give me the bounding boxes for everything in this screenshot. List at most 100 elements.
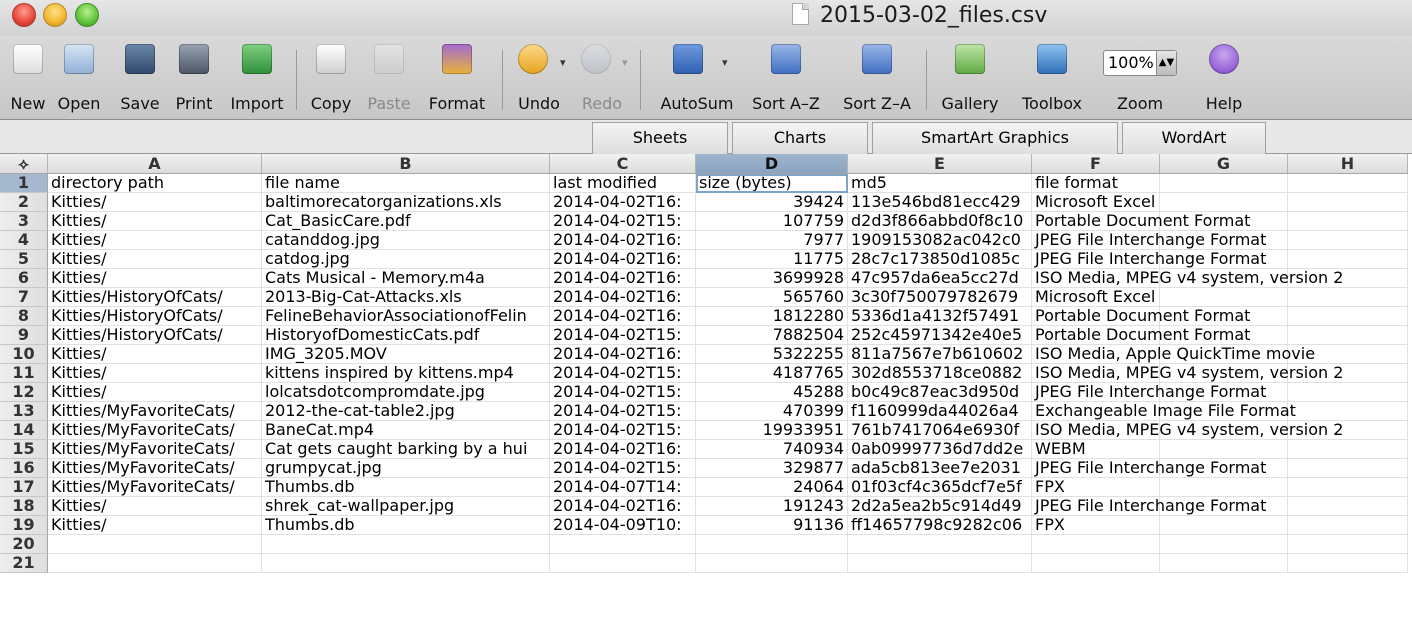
cell-h2[interactable]	[1288, 193, 1408, 212]
cell-e15[interactable]: 0ab09997736d7dd2e	[848, 440, 1032, 459]
cell-d16[interactable]: 329877	[696, 459, 848, 478]
cell-b4[interactable]: catanddog.jpg	[262, 231, 550, 250]
new-button[interactable]: New	[4, 36, 52, 120]
cell-c16[interactable]: 2014-04-02T15:	[550, 459, 696, 478]
print-button[interactable]: Print	[168, 36, 220, 120]
cell-a11[interactable]: Kitties/	[48, 364, 262, 383]
cell-f11[interactable]: ISO Media, MPEG v4 system, version 2	[1032, 364, 1343, 383]
cell-a19[interactable]: Kitties/	[48, 516, 262, 535]
cell-b6[interactable]: Cats Musical - Memory.m4a	[262, 269, 550, 288]
redo-button[interactable]: ▾ Redo	[574, 36, 630, 120]
cell-a5[interactable]: Kitties/	[48, 250, 262, 269]
column-header-a[interactable]: A	[48, 154, 262, 174]
cell-a18[interactable]: Kitties/	[48, 497, 262, 516]
cell-g2[interactable]	[1160, 193, 1288, 212]
cell-e20[interactable]	[848, 535, 1032, 554]
row-header[interactable]: 11	[0, 364, 48, 383]
row-header[interactable]: 12	[0, 383, 48, 402]
cell-c15[interactable]: 2014-04-02T16:	[550, 440, 696, 459]
cell-d7[interactable]: 565760	[696, 288, 848, 307]
cell-b2[interactable]: baltimorecatorganizations.xls	[262, 193, 550, 212]
cell-g19[interactable]	[1160, 516, 1288, 535]
column-header-g[interactable]: G	[1160, 154, 1288, 174]
row-header[interactable]: 15	[0, 440, 48, 459]
cell-f3[interactable]: Portable Document Format	[1032, 212, 1250, 231]
row-header[interactable]: 21	[0, 554, 48, 573]
cell-h12[interactable]	[1288, 383, 1408, 402]
row-header[interactable]: 16	[0, 459, 48, 478]
row-header[interactable]: 6	[0, 269, 48, 288]
cell-f21[interactable]	[1032, 554, 1160, 573]
cell-a14[interactable]: Kitties/MyFavoriteCats/	[48, 421, 262, 440]
row-header[interactable]: 10	[0, 345, 48, 364]
cell-g1[interactable]	[1160, 174, 1288, 193]
import-button[interactable]: Import	[224, 36, 290, 120]
close-window-button[interactable]	[12, 3, 36, 27]
row-header[interactable]: 20	[0, 535, 48, 554]
toolbox-button[interactable]: Toolbox	[1012, 36, 1092, 120]
cell-b21[interactable]	[262, 554, 550, 573]
cell-b11[interactable]: kittens inspired by kittens.mp4	[262, 364, 550, 383]
row-header[interactable]: 1	[0, 174, 48, 193]
cell-e3[interactable]: d2d3f866abbd0f8c10	[848, 212, 1032, 231]
cell-g15[interactable]	[1160, 440, 1288, 459]
cell-a21[interactable]	[48, 554, 262, 573]
row-header[interactable]: 7	[0, 288, 48, 307]
cell-b19[interactable]: Thumbs.db	[262, 516, 550, 535]
cell-f7[interactable]: Microsoft Excel	[1032, 288, 1160, 307]
cell-e14[interactable]: 761b7417064e6930f	[848, 421, 1032, 440]
cell-h9[interactable]	[1288, 326, 1408, 345]
cell-c18[interactable]: 2014-04-02T16:	[550, 497, 696, 516]
column-header-h[interactable]: H	[1288, 154, 1408, 174]
row-header[interactable]: 14	[0, 421, 48, 440]
cell-d21[interactable]	[696, 554, 848, 573]
cell-f18[interactable]: JPEG File Interchange Format	[1032, 497, 1266, 516]
cell-a16[interactable]: Kitties/MyFavoriteCats/	[48, 459, 262, 478]
open-button[interactable]: Open	[54, 36, 104, 120]
format-button[interactable]: Format	[422, 36, 492, 120]
cell-f4[interactable]: JPEG File Interchange Format	[1032, 231, 1266, 250]
minimize-window-button[interactable]	[43, 3, 67, 27]
cell-e19[interactable]: ff14657798c9282c06	[848, 516, 1032, 535]
column-header-f[interactable]: F	[1032, 154, 1160, 174]
cell-e21[interactable]	[848, 554, 1032, 573]
autosum-button[interactable]: ▾ AutoSum	[654, 36, 740, 120]
cell-a6[interactable]: Kitties/	[48, 269, 262, 288]
column-header-b[interactable]: B	[262, 154, 550, 174]
cell-f15[interactable]: WEBM	[1032, 440, 1160, 459]
cell-a2[interactable]: Kitties/	[48, 193, 262, 212]
cell-b16[interactable]: grumpycat.jpg	[262, 459, 550, 478]
cell-e9[interactable]: 252c45971342e40e5	[848, 326, 1032, 345]
cell-c17[interactable]: 2014-04-07T14:	[550, 478, 696, 497]
cell-d1[interactable]: size (bytes)	[696, 174, 848, 193]
cell-c14[interactable]: 2014-04-02T15:	[550, 421, 696, 440]
cell-e10[interactable]: 811a7567e7b610602	[848, 345, 1032, 364]
cell-a20[interactable]	[48, 535, 262, 554]
cell-d15[interactable]: 740934	[696, 440, 848, 459]
cell-f20[interactable]	[1032, 535, 1160, 554]
cell-b10[interactable]: IMG_3205.MOV	[262, 345, 550, 364]
cell-f10[interactable]: ISO Media, Apple QuickTime movie	[1032, 345, 1315, 364]
cell-f5[interactable]: JPEG File Interchange Format	[1032, 250, 1266, 269]
cell-c20[interactable]	[550, 535, 696, 554]
cell-a8[interactable]: Kitties/HistoryOfCats/	[48, 307, 262, 326]
row-header[interactable]: 4	[0, 231, 48, 250]
cell-c1[interactable]: last modified	[550, 174, 696, 193]
cell-b17[interactable]: Thumbs.db	[262, 478, 550, 497]
cell-c7[interactable]: 2014-04-02T16:	[550, 288, 696, 307]
cell-b8[interactable]: FelineBehaviorAssociationofFelin	[262, 307, 550, 326]
paste-button[interactable]: Paste	[360, 36, 418, 120]
cell-e1[interactable]: md5	[848, 174, 1032, 193]
cell-e4[interactable]: 1909153082ac042c0	[848, 231, 1032, 250]
cell-e18[interactable]: 2d2a5ea2b5c914d49	[848, 497, 1032, 516]
row-header[interactable]: 3	[0, 212, 48, 231]
cell-c5[interactable]: 2014-04-02T16:	[550, 250, 696, 269]
sort-z-a-button[interactable]: Sort Z–A	[834, 36, 920, 120]
row-header[interactable]: 2	[0, 193, 48, 212]
column-header-d[interactable]: D	[696, 154, 848, 174]
cell-g21[interactable]	[1160, 554, 1288, 573]
row-header[interactable]: 17	[0, 478, 48, 497]
select-all-corner[interactable]: ⟡	[0, 154, 48, 174]
cell-h8[interactable]	[1288, 307, 1408, 326]
cell-a12[interactable]: Kitties/	[48, 383, 262, 402]
